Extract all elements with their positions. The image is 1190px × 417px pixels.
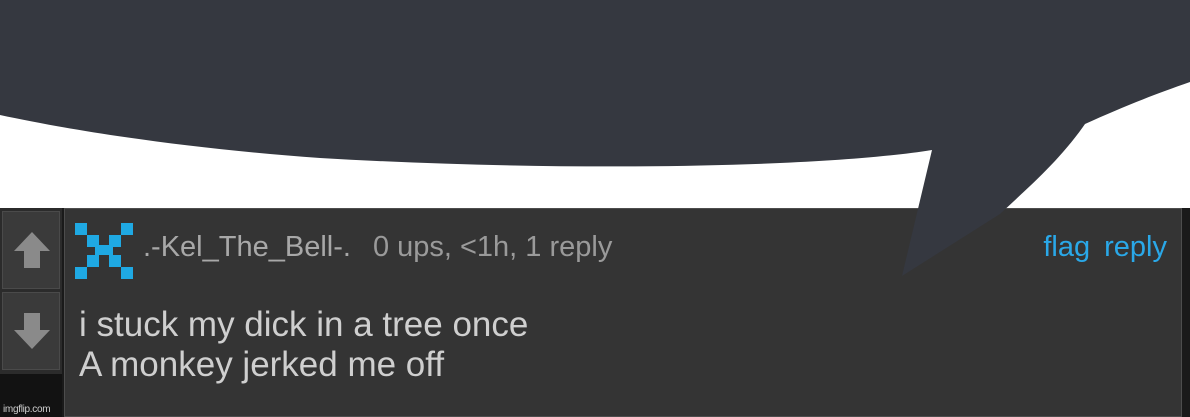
upvote-button[interactable] xyxy=(2,211,60,289)
comment-line: i stuck my dick in a tree once xyxy=(79,305,529,344)
comment-panel: imgflip.com .-Kel_The_Bell-. 0 ups, <1h, … xyxy=(0,208,1190,417)
avatar-pixel xyxy=(95,245,113,255)
reply-link[interactable]: reply xyxy=(1104,231,1167,263)
comment-meta: .-Kel_The_Bell-. 0 ups, <1h, 1 reply xyxy=(143,231,612,264)
avatar-pixel xyxy=(121,267,133,279)
comment-stats: 0 ups, <1h, 1 reply xyxy=(372,231,613,263)
username-link[interactable]: .-Kel_The_Bell-. xyxy=(143,231,351,263)
avatar-pixel xyxy=(109,255,121,267)
comment-body: .-Kel_The_Bell-. 0 ups, <1h, 1 reply flag… xyxy=(64,208,1182,417)
arrow-up-icon xyxy=(14,232,50,268)
flag-link[interactable]: flag xyxy=(1043,231,1090,263)
downvote-button[interactable] xyxy=(2,292,60,370)
arrow-down-icon xyxy=(14,313,50,349)
vote-footer: imgflip.com xyxy=(0,374,62,417)
avatar-pixel xyxy=(75,223,87,235)
avatar-pixel xyxy=(87,255,99,267)
comment-line: A monkey jerked me off xyxy=(79,345,445,384)
watermark: imgflip.com xyxy=(3,404,51,415)
comment-actions: flag reply xyxy=(1043,231,1167,264)
vote-column: imgflip.com xyxy=(0,208,62,417)
avatar-pixel xyxy=(75,267,87,279)
avatar-pixel xyxy=(121,223,133,235)
avatar[interactable] xyxy=(75,223,133,279)
comment-text: i stuck my dick in a tree once A monkey … xyxy=(79,305,528,385)
